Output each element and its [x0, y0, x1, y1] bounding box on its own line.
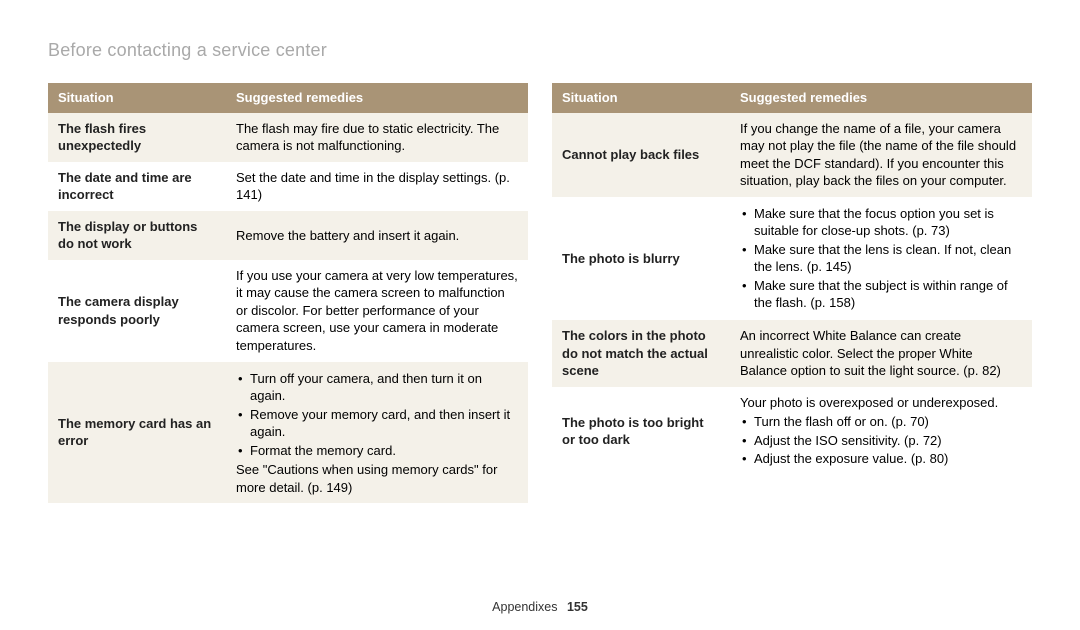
remedy-cell: Make sure that the focus option you set …: [730, 197, 1032, 320]
remedy-cell: An incorrect White Balance can create un…: [730, 320, 1032, 387]
remedy-cell: The flash may fire due to static electri…: [226, 113, 528, 162]
col-header-remedies: Suggested remedies: [730, 83, 1032, 113]
remedy-tail: See "Cautions when using memory cards" f…: [236, 461, 518, 496]
remedy-list-item: Make sure that the focus option you set …: [740, 205, 1022, 240]
situation-cell: Cannot play back files: [552, 113, 730, 197]
remedy-list: Turn off your camera, and then turn it o…: [236, 370, 518, 460]
situation-cell: The display or buttons do not work: [48, 211, 226, 260]
content-columns: Situation Suggested remedies The flash f…: [48, 83, 1032, 503]
table-row: The photo is blurry Make sure that the fo…: [552, 197, 1032, 320]
remedy-list-item: Format the memory card.: [236, 442, 518, 460]
remedy-cell: Remove the battery and insert it again.: [226, 211, 528, 260]
remedy-cell: Turn off your camera, and then turn it o…: [226, 362, 528, 504]
remedy-lead: Your photo is overexposed or underexpose…: [740, 394, 1022, 412]
remedy-list-item: Adjust the ISO sensitivity. (p. 72): [740, 432, 1022, 450]
remedy-cell: Set the date and time in the display set…: [226, 162, 528, 211]
remedy-cell: If you change the name of a file, your c…: [730, 113, 1032, 197]
table-row: The flash fires unexpectedly The flash ma…: [48, 113, 528, 162]
remedy-list-item: Remove your memory card, and then insert…: [236, 406, 518, 441]
right-column: Situation Suggested remedies Cannot play…: [552, 83, 1032, 503]
remedy-text: If you change the name of a file, your c…: [740, 120, 1022, 190]
table-row: The date and time are incorrect Set the d…: [48, 162, 528, 211]
situation-cell: The memory card has an error: [48, 362, 226, 504]
footer-section: Appendixes: [492, 600, 557, 614]
table-row: The colors in the photo do not match the…: [552, 320, 1032, 387]
remedy-list: Turn the flash off or on. (p. 70)Adjust …: [740, 413, 1022, 468]
troubleshoot-table-right: Situation Suggested remedies Cannot play…: [552, 83, 1032, 476]
remedy-text: An incorrect White Balance can create un…: [740, 327, 1022, 380]
situation-cell: The photo is blurry: [552, 197, 730, 320]
remedy-list-item: Turn off your camera, and then turn it o…: [236, 370, 518, 405]
situation-cell: The flash fires unexpectedly: [48, 113, 226, 162]
table-row: The display or buttons do not work Remove…: [48, 211, 528, 260]
table-row: Cannot play back filesIf you change the …: [552, 113, 1032, 197]
troubleshoot-table-left: Situation Suggested remedies The flash f…: [48, 83, 528, 503]
table-row: The camera display responds poorlyIf you…: [48, 260, 528, 362]
col-header-situation: Situation: [552, 83, 730, 113]
remedy-list-item: Make sure that the subject is within ran…: [740, 277, 1022, 312]
remedy-cell: If you use your camera at very low tempe…: [226, 260, 528, 362]
left-column: Situation Suggested remedies The flash f…: [48, 83, 528, 503]
page-footer: Appendixes 155: [0, 600, 1080, 614]
remedy-cell: Your photo is overexposed or underexpose…: [730, 387, 1032, 476]
manual-page: Before contacting a service center Situa…: [0, 0, 1080, 630]
col-header-remedies: Suggested remedies: [226, 83, 528, 113]
table-row: The photo is too bright or too dark Your …: [552, 387, 1032, 476]
remedy-list-item: Adjust the exposure value. (p. 80): [740, 450, 1022, 468]
col-header-situation: Situation: [48, 83, 226, 113]
situation-cell: The camera display responds poorly: [48, 260, 226, 362]
remedy-text: If you use your camera at very low tempe…: [236, 267, 518, 355]
table-row: The memory card has an error Turn off you…: [48, 362, 528, 504]
remedy-text: Remove the battery and insert it again.: [236, 227, 518, 245]
footer-page-number: 155: [567, 600, 588, 614]
situation-cell: The photo is too bright or too dark: [552, 387, 730, 476]
remedy-list-item: Make sure that the lens is clean. If not…: [740, 241, 1022, 276]
remedy-list: Make sure that the focus option you set …: [740, 205, 1022, 312]
remedy-text: The flash may fire due to static electri…: [236, 120, 518, 155]
remedy-text: Set the date and time in the display set…: [236, 169, 518, 204]
page-title: Before contacting a service center: [48, 40, 1032, 61]
situation-cell: The colors in the photo do not match the…: [552, 320, 730, 387]
situation-cell: The date and time are incorrect: [48, 162, 226, 211]
remedy-list-item: Turn the flash off or on. (p. 70): [740, 413, 1022, 431]
